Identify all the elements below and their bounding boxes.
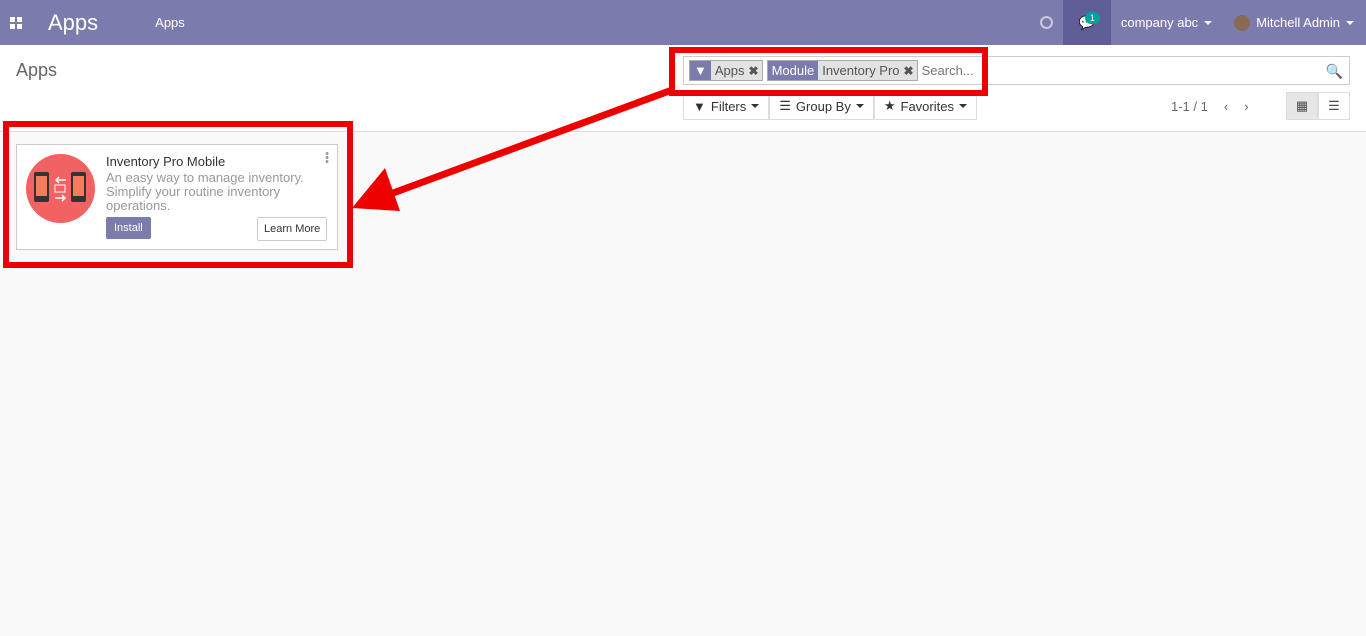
facet-value: Inventory Pro [822,63,900,78]
learn-more-button[interactable]: Learn More [257,217,328,241]
favorites-button[interactable]: ★ Favorites [873,92,977,120]
user-menu[interactable]: Mitchell Admin [1234,14,1354,31]
group-by-label: Group By [795,98,851,114]
control-panel: Apps ▼Apps✖ ModuleInventory Pro✖ 🔍 ▼Filt… [0,45,1366,132]
pager: 1-1 / 1 ‹ › [1171,99,1249,114]
remove-facet-icon[interactable]: ✖ [904,64,917,78]
top-navbar: Apps Apps 💬1 company abc Mitchell Admin [0,0,1366,45]
menu-apps[interactable]: Apps [155,15,185,30]
facet-value: Apps [714,63,745,78]
annotation-arrow-head [352,168,400,211]
search-icon[interactable]: 🔍 [1326,63,1343,80]
page-title: Apps [16,60,58,80]
user-name: Mitchell Admin [1256,15,1340,30]
app-card[interactable]: Inventory Pro Mobile An easy way to mana… [16,144,338,250]
facet-apps[interactable]: ▼ Apps ✖ [689,60,763,81]
install-button[interactable]: Install [106,217,151,239]
bars-icon: ☰ [779,98,791,113]
filters-button[interactable]: ▼ Filters [683,92,770,120]
app-brand: Apps [48,9,99,35]
filters-label: Filters [710,98,747,114]
activity-clock-icon[interactable] [1039,16,1053,29]
filter-icon: ▼ [693,98,706,114]
avatar [1234,14,1251,31]
next-icon[interactable]: › [1244,99,1248,114]
facet-key: Module [767,61,819,80]
company-label: company abc [1120,15,1199,30]
remove-facet-icon[interactable]: ✖ [749,64,762,78]
app-logo [26,154,95,223]
list-view-button[interactable]: ☰ [1318,92,1350,120]
caret-down-icon [958,104,967,108]
group-by-button[interactable]: ☰ Group By [769,92,874,120]
caret-down-icon [1204,20,1213,25]
company-switcher[interactable]: company abc [1120,15,1213,30]
caret-down-icon [855,104,864,108]
star-icon: ★ [883,98,896,113]
app-title: Inventory Pro Mobile [106,154,226,169]
filter-icon: ▼ [690,61,711,80]
caret-down-icon [1346,20,1354,25]
messaging-button[interactable]: 💬1 [1062,0,1111,45]
kebab-menu-icon[interactable]: • • • [325,149,329,168]
favorites-label: Favorites [900,98,954,114]
search-bar[interactable]: ▼Apps ✖ ModuleInventory Pro ✖ 🔍 [683,56,1350,85]
home-menu-icon[interactable] [10,16,22,29]
caret-down-icon [751,104,760,108]
kanban-view-button[interactable]: ▦ [1286,92,1318,120]
pager-value[interactable]: 1-1 / 1 [1171,99,1208,114]
app-description: An easy way to manage inventory. Simplif… [106,170,304,213]
prev-icon[interactable]: ‹ [1224,99,1228,114]
search-input[interactable] [921,63,1222,78]
chat-badge: 1 [1084,12,1100,24]
facet-module[interactable]: Module Inventory Pro ✖ [766,60,918,81]
